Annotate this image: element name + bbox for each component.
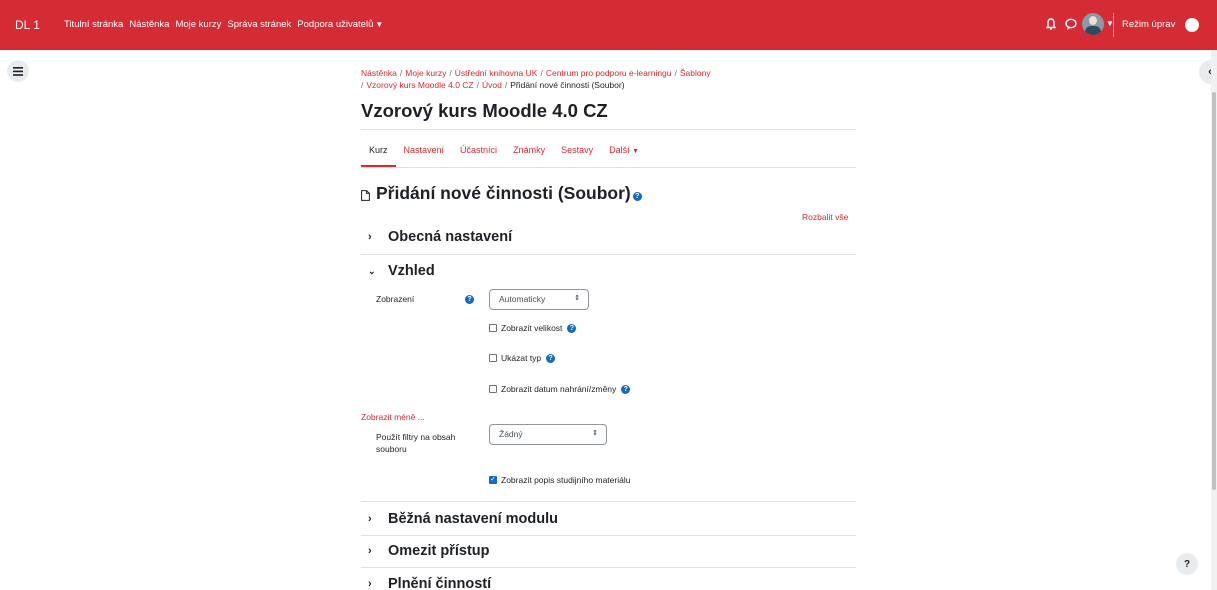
divider xyxy=(361,567,856,568)
expand-all-link[interactable]: Rozbalit vše xyxy=(802,212,848,222)
breadcrumb-separator: / xyxy=(476,80,479,90)
navbar-divider xyxy=(1113,13,1114,37)
breadcrumb-item[interactable]: Šablony xyxy=(680,68,711,78)
site-brand[interactable]: DL 1 xyxy=(15,18,40,32)
bell-icon[interactable] xyxy=(1044,17,1058,31)
checkbox-label: Ukázat typ xyxy=(501,353,542,363)
section-appearance[interactable]: ⌄ Vzhled xyxy=(368,263,435,279)
checkbox[interactable] xyxy=(489,385,497,393)
chevron-down-icon: ▼ xyxy=(632,148,640,155)
show-type-checkbox-row[interactable]: Ukázat typ ? xyxy=(489,353,556,363)
scrollbar-thumb[interactable] xyxy=(1212,92,1216,490)
section-common-module-settings[interactable]: › Běžná nastavení modulu xyxy=(368,511,558,527)
tab-grades[interactable]: Známky xyxy=(505,131,553,167)
activity-title: Přidání nové činnosti (Soubor) xyxy=(376,183,631,203)
help-icon[interactable]: ? xyxy=(632,192,642,201)
section-completion-title: Plnění činností xyxy=(388,576,492,590)
tab-reports[interactable]: Sestavy xyxy=(553,131,601,167)
tab-course[interactable]: Kurz xyxy=(361,131,396,167)
chevron-right-icon: › xyxy=(368,513,372,525)
breadcrumb-separator: / xyxy=(674,68,677,78)
filters-select-value: Žádný xyxy=(499,429,523,439)
breadcrumb-current: Přidání nové činnosti (Soubor) xyxy=(510,80,625,90)
nav-link-my-courses[interactable]: Moje kurzy xyxy=(175,19,221,30)
page-scrollbar[interactable] xyxy=(1211,50,1217,590)
edit-mode-label: Režim úprav xyxy=(1122,19,1176,30)
display-label: Zobrazení xyxy=(376,294,415,304)
avatar-torso-shape xyxy=(1085,26,1101,35)
section-general[interactable]: › Obecná nastavení xyxy=(368,229,512,245)
help-icon[interactable]: ? xyxy=(621,384,631,394)
select-arrows-icon: ⇕ xyxy=(574,295,580,302)
list-icon xyxy=(13,66,23,76)
section-general-title: Obecná nastavení xyxy=(388,229,513,245)
tab-more[interactable]: Další ▼ xyxy=(601,131,647,167)
breadcrumb-separator: / xyxy=(361,80,364,90)
file-icon xyxy=(361,190,370,201)
section-restrict-access[interactable]: › Omezit přístup xyxy=(368,543,490,559)
breadcrumb: Nástěnka / Moje kurzy / Ústřední knihovna UK… xyxy=(361,67,861,91)
breadcrumb-item[interactable]: Nástěnka xyxy=(361,68,397,78)
select-arrows-icon: ⇕ xyxy=(592,430,598,437)
checkbox[interactable] xyxy=(489,324,497,332)
breadcrumb-item[interactable]: Centrum pro podporu e-learningu xyxy=(546,68,672,78)
section-restrict-title: Omezit přístup xyxy=(388,543,490,559)
chevron-right-icon: › xyxy=(368,231,372,243)
chat-icon[interactable] xyxy=(1064,17,1078,31)
breadcrumb-separator: / xyxy=(399,68,403,78)
checkbox-label: Zobrazit popis studijního materiálu xyxy=(501,475,631,485)
divider xyxy=(361,535,856,536)
breadcrumb-item[interactable]: Moje kurzy xyxy=(405,68,446,78)
nav-link-home[interactable]: Titulní stránka xyxy=(64,19,123,30)
chevron-down-icon: ⌄ xyxy=(368,265,376,276)
checkbox[interactable] xyxy=(489,354,497,362)
edit-mode-toggle[interactable] xyxy=(1185,18,1199,32)
top-navbar: DL 1 Titulní stránka Nástěnka Moje kurzy… xyxy=(0,0,1217,50)
divider xyxy=(361,167,856,168)
divider xyxy=(361,129,856,130)
section-common-title: Běžná nastavení modulu xyxy=(388,511,559,527)
help-icon[interactable]: ? xyxy=(465,295,474,304)
breadcrumb-separator: / xyxy=(504,80,508,90)
breadcrumb-item[interactable]: Ústřední knihovna UK xyxy=(455,68,538,78)
help-icon[interactable]: ? xyxy=(546,353,556,363)
chevron-right-icon: › xyxy=(368,578,372,590)
tab-participants[interactable]: Účastníci xyxy=(452,131,505,167)
display-select-value: Automaticky xyxy=(499,294,546,304)
filters-label: Použít filtry na obsah souboru xyxy=(376,432,456,454)
help-icon[interactable]: ? xyxy=(567,323,577,333)
activity-heading: Přidání nové činnosti (Soubor) ? xyxy=(361,183,642,204)
show-date-checkbox-row[interactable]: Zobrazit datum nahrání/změny ? xyxy=(489,384,631,394)
nav-link-user-support[interactable]: Podpora uživatelů ▼ xyxy=(297,19,383,30)
breadcrumb-separator: / xyxy=(540,68,543,78)
secondary-navigation: Kurz Nastavení Účastníci Známky Sestavy … xyxy=(361,131,647,167)
avatar[interactable] xyxy=(1082,13,1104,35)
filters-select[interactable]: Žádný ⇕ xyxy=(489,424,607,445)
breadcrumb-item[interactable]: Úvod xyxy=(482,80,502,90)
nav-link-site-admin[interactable]: Správa stránek xyxy=(227,19,291,30)
show-less-link[interactable]: Zobrazit méně ... xyxy=(361,412,425,422)
nav-link-dashboard[interactable]: Nástěnka xyxy=(129,19,169,30)
checkbox-checked[interactable]: ✓ xyxy=(489,476,497,484)
tab-settings[interactable]: Nastavení xyxy=(396,131,453,167)
page-title: Vzorový kurs Moodle 4.0 CZ xyxy=(361,100,608,121)
divider xyxy=(361,501,856,502)
section-appearance-title: Vzhled xyxy=(388,263,435,279)
show-size-checkbox-row[interactable]: Zobrazit velikost ? xyxy=(489,323,577,333)
course-index-button[interactable] xyxy=(7,60,29,82)
section-activity-completion[interactable]: › Plnění činností xyxy=(368,576,491,590)
chevron-right-icon: › xyxy=(368,545,372,557)
checkbox-label: Zobrazit datum nahrání/změny xyxy=(501,384,617,394)
divider xyxy=(361,254,856,255)
avatar-head-shape xyxy=(1089,16,1097,25)
breadcrumb-separator: / xyxy=(449,68,452,78)
primary-navigation: Titulní stránka Nástěnka Moje kurzy Sprá… xyxy=(64,19,383,30)
help-button[interactable]: ? xyxy=(1176,553,1198,575)
checkbox-label: Zobrazit velikost xyxy=(501,323,563,333)
breadcrumb-item[interactable]: Vzorový kurs Moodle 4.0 CZ xyxy=(366,80,473,90)
chevron-down-icon: ▼ xyxy=(375,20,384,29)
display-select[interactable]: Automaticky ⇕ xyxy=(489,289,589,310)
show-description-checkbox-row[interactable]: ✓ Zobrazit popis studijního materiálu xyxy=(489,475,630,485)
